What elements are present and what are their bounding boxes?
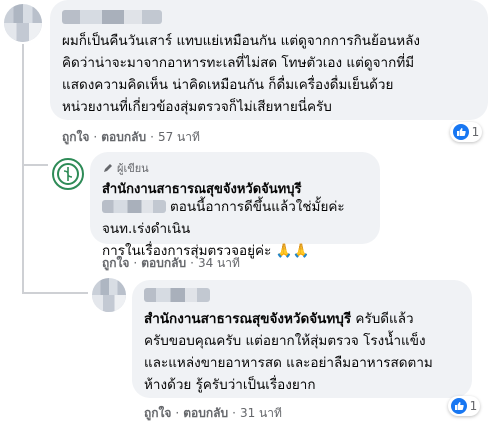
separator: · <box>150 130 154 144</box>
health-office-logo-icon <box>57 163 79 185</box>
reply-link[interactable]: ตอบกลับ <box>141 256 186 270</box>
timestamp[interactable]: 31 นาที <box>240 406 282 420</box>
author-badge-label: ผู้เขียน <box>117 162 149 175</box>
reply-actions: ถูกใจ · ตอบกลับ · 31 นาที <box>144 404 282 423</box>
reaction-badge[interactable]: 1 <box>450 122 482 142</box>
thumbs-up-icon <box>452 124 469 140</box>
like-link[interactable]: ถูกใจ <box>62 130 89 144</box>
reply-bubble: สำนักงานสาธารณสุขจังหวัดจันทบุรี ครับดีแ… <box>132 280 472 398</box>
separator: · <box>133 256 138 270</box>
like-link[interactable]: ถูกใจ <box>102 256 129 270</box>
timestamp[interactable]: 34 นาที <box>198 256 240 270</box>
comment-line: แสดงความคิดเห็น น่าคิดเหมือนกัน ก็ดื่มเค… <box>62 77 394 93</box>
commenter-avatar[interactable] <box>92 278 126 312</box>
timestamp[interactable]: 57 นาที <box>158 130 200 144</box>
reply-line: ครับขอบคุณครับ แต่อยากให้สุ่มตรวจ โรงน้ำ… <box>144 333 426 349</box>
reply-link[interactable]: ตอบกลับ <box>183 406 228 420</box>
commenter-name-blurred[interactable] <box>144 288 210 302</box>
reply-actions: ถูกใจ · ตอบกลับ · 34 นาที <box>102 254 240 273</box>
mentioned-name-blurred[interactable] <box>102 200 166 213</box>
separator: · <box>175 406 180 420</box>
thread-line <box>22 44 24 164</box>
reaction-count: 1 <box>469 399 478 413</box>
comment-actions: ถูกใจ · ตอบกลับ · 57 นาที <box>62 128 200 147</box>
separator: · <box>232 406 236 420</box>
reaction-count: 1 <box>471 125 480 139</box>
reply-line: และแหล่งขายอาหารสด และอย่าลืมอาหารสดตาม <box>144 355 433 371</box>
thread-line <box>22 292 88 294</box>
reply-text: ตอนนี้อาการดีขึ้นแล้วใช่มั้ยค่ะ จนท.เร่ง… <box>102 196 382 262</box>
reply-line-1: ตอนนี้อาการดีขึ้นแล้วใช่มั้ยค่ะ จนท.เร่ง… <box>102 199 345 237</box>
separator: · <box>190 256 194 270</box>
comment-line: คิดว่าน่าจะมาจากอาหารทะเลที่ไม่สด โทษตัว… <box>62 55 415 71</box>
thumbs-up-icon <box>450 398 467 414</box>
comment-line: หน่วยงานที่เกี่ยวข้องสุ่มตรวจก็ไม่เสียหา… <box>62 99 332 115</box>
comment-bubble: ผมก็เป็นคืนวันเสาร์ แทบแย่เหมือนกัน แต่ด… <box>50 0 488 120</box>
comment-line: ผมก็เป็นคืนวันเสาร์ แทบแย่เหมือนกัน แต่ด… <box>62 33 420 49</box>
mentioned-page-name[interactable]: สำนักงานสาธารณสุขจังหวัดจันทบุรี <box>144 311 351 327</box>
reply-link[interactable]: ตอบกลับ <box>101 130 146 144</box>
separator: · <box>93 130 98 144</box>
reply-bubble: ผู้เขียน สำนักงานสาธารณสุขจังหวัดจันทบุร… <box>90 152 380 259</box>
pen-icon <box>104 164 112 172</box>
reply-line-1: สำนักงานสาธารณสุขจังหวัดจันทบุรี ครับดีแ… <box>144 311 414 327</box>
reply-line: ห้างด้วย รู้ครับว่าเป็นเรื่องยาก <box>144 377 316 393</box>
page-avatar[interactable] <box>52 158 84 190</box>
author-badge: ผู้เขียน <box>102 159 149 177</box>
reply-text: สำนักงานสาธารณสุขจังหวัดจันทบุรี ครับดีแ… <box>144 308 474 396</box>
commenter-avatar[interactable] <box>4 4 42 42</box>
commenter-name-blurred[interactable] <box>62 10 162 24</box>
thread-line <box>22 164 24 292</box>
thread-line <box>22 164 48 166</box>
reaction-badge[interactable]: 1 <box>448 396 480 416</box>
comment-text: ผมก็เป็นคืนวันเสาร์ แทบแย่เหมือนกัน แต่ด… <box>62 30 492 118</box>
like-link[interactable]: ถูกใจ <box>144 406 171 420</box>
